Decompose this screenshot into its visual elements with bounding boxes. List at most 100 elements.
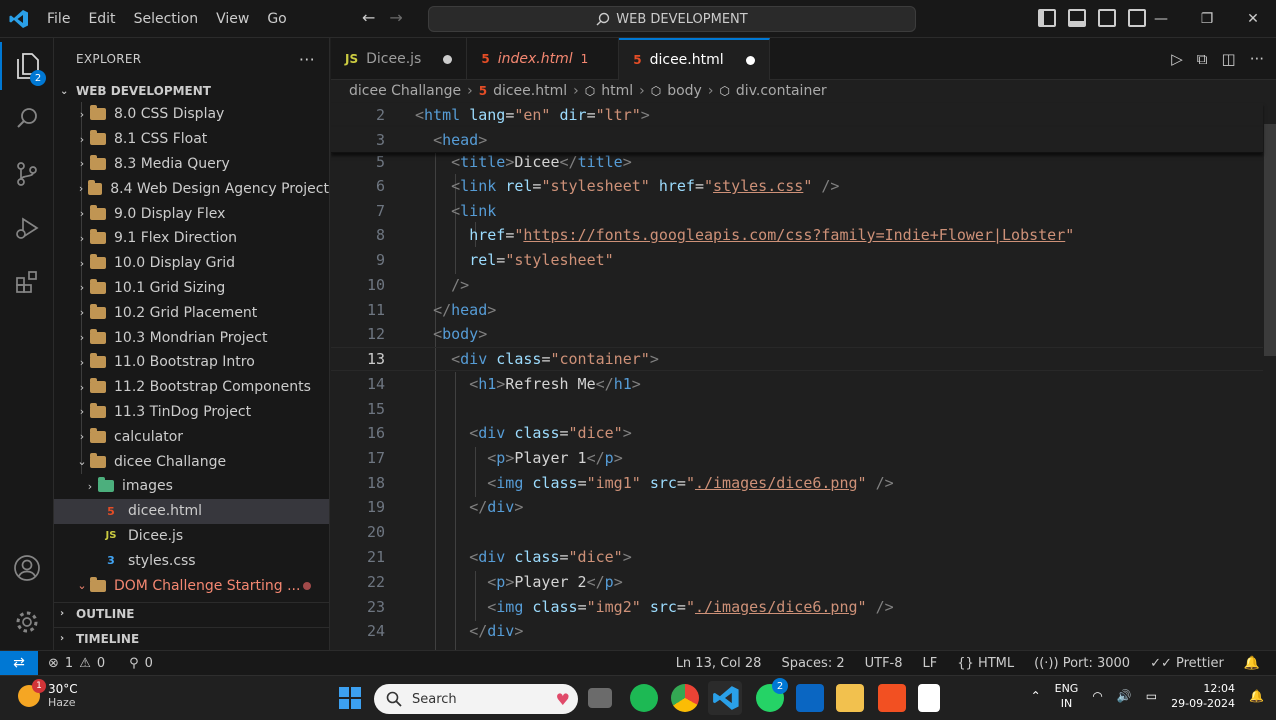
toggle-primary-sidebar-icon[interactable] [1038, 9, 1056, 27]
tab-dicee-html[interactable]: 5 dicee.html [619, 38, 770, 80]
linkedin-icon[interactable] [796, 684, 824, 712]
menu-go[interactable]: Go [258, 11, 295, 27]
folder-row[interactable]: › 8.1 CSS Float [54, 127, 329, 152]
file-row-dicee-html[interactable]: 5 dicee.html [54, 498, 329, 524]
remote-indicator-icon[interactable]: ⇄ [0, 650, 38, 676]
split-editor-icon[interactable]: ◫ [1222, 50, 1236, 68]
code-line: 9 rel="stylesheet" [331, 248, 1263, 272]
app-icon[interactable] [878, 684, 906, 712]
folder-row[interactable]: › 11.3 TinDog Project [54, 400, 329, 425]
unsaved-dot[interactable] [443, 54, 453, 64]
unsaved-dot[interactable] [745, 55, 755, 65]
problems-indicator[interactable]: ⊗ 1 ⚠ 0 ⚲ 0 [48, 656, 153, 671]
code-editor[interactable]: 2 <html lang="en" dir="ltr"> 3 <head> 5 <… [331, 102, 1276, 650]
indentation[interactable]: Spaces: 2 [781, 656, 844, 671]
windows-start-icon[interactable] [336, 684, 364, 712]
folder-row[interactable]: › 10.3 Mondrian Project [54, 325, 329, 350]
explorer-activity[interactable]: 2 [0, 42, 54, 90]
more-actions-icon[interactable]: ··· [299, 50, 315, 69]
whatsapp-icon[interactable]: 2 [756, 678, 788, 712]
weather-widget[interactable]: 1 30°C Haze [18, 678, 78, 709]
end-of-line[interactable]: LF [923, 656, 938, 671]
snipping-tool-icon[interactable] [918, 684, 940, 712]
breadcrumb-div-container[interactable]: div.container [736, 83, 827, 99]
folder-row[interactable]: › 11.0 Bootstrap Intro [54, 350, 329, 375]
search-icon [386, 691, 402, 707]
windows-taskbar: 1 30°C Haze Search ♥ 2 ⌃ ENG IN ◠ 🔊 ▭ 12… [0, 675, 1276, 720]
run-icon[interactable]: ▷ [1171, 50, 1183, 68]
cursor-position[interactable]: Ln 13, Col 28 [676, 656, 762, 671]
minimize-button[interactable]: — [1138, 0, 1184, 38]
system-tray: ⌃ ENG IN ◠ 🔊 ▭ 12:04 29-09-2024 🔔 [1031, 681, 1264, 711]
explorer-badge: 2 [30, 70, 46, 86]
battery-icon[interactable]: ▭ [1146, 689, 1157, 703]
folder-row[interactable]: › 10.1 Grid Sizing [54, 276, 329, 301]
menu-edit[interactable]: Edit [79, 11, 124, 27]
timeline-section[interactable]: › TIMELINE [54, 627, 330, 649]
extensions-activity[interactable] [0, 258, 54, 306]
menu-view[interactable]: View [207, 11, 258, 27]
maximize-button[interactable]: ❐ [1184, 0, 1230, 38]
folder-row-dom-challenge[interactable]: ⌄ DOM Challenge Starting ... [54, 573, 329, 598]
breadcrumb-file[interactable]: dicee.html [493, 83, 567, 99]
spotify-icon[interactable] [630, 684, 658, 712]
folder-row[interactable]: › images [54, 474, 329, 499]
folder-row[interactable]: › calculator [54, 424, 329, 449]
tab-dicee-js[interactable]: JS Dicee.js [331, 38, 468, 80]
breadcrumb-folder[interactable]: dicee Challange [349, 83, 461, 99]
open-folder-row[interactable]: ⌄ dicee Challange [54, 449, 329, 474]
folder-row[interactable]: › 10.0 Display Grid [54, 251, 329, 276]
folder-row[interactable]: › 9.1 Flex Direction [54, 226, 329, 251]
notifications-bell-icon[interactable]: 🔔 [1244, 656, 1260, 671]
accounts-activity[interactable] [0, 544, 54, 592]
search-activity[interactable] [0, 94, 54, 142]
folder-row[interactable]: › 8.4 Web Design Agency Project [54, 176, 329, 201]
folder-row[interactable]: › 11.2 Bootstrap Components [54, 375, 329, 400]
run-debug-activity[interactable] [0, 204, 54, 252]
taskbar-search[interactable]: Search ♥ [374, 684, 578, 714]
language-indicator[interactable]: ENG IN [1055, 681, 1079, 711]
folder-row[interactable]: › 10.2 Grid Placement [54, 300, 329, 325]
wifi-icon[interactable]: ◠ [1092, 689, 1102, 703]
file-explorer-icon[interactable] [836, 684, 864, 712]
chrome-icon[interactable] [671, 684, 699, 712]
title-bar: File Edit Selection View Go ← → WEB DEVE… [0, 0, 1276, 38]
file-row-dicee-js[interactable]: JS Dicee.js [54, 524, 329, 549]
editor-scrollbar-thumb[interactable] [1264, 124, 1276, 356]
folder-row[interactable]: › 8.0 CSS Display [54, 102, 329, 127]
source-control-activity[interactable] [0, 150, 54, 198]
folder-row[interactable]: › 8.3 Media Query [54, 152, 329, 177]
menu-file[interactable]: File [38, 11, 79, 27]
forward-arrow-icon[interactable]: → [389, 8, 402, 27]
more-actions-icon[interactable]: ··· [1250, 50, 1264, 68]
clock[interactable]: 12:04 29-09-2024 [1171, 681, 1235, 711]
prettier-status[interactable]: ✓✓ Prettier [1150, 656, 1224, 671]
chevron-up-icon[interactable]: ⌃ [1031, 689, 1041, 703]
breadcrumb-body[interactable]: body [667, 83, 702, 99]
encoding[interactable]: UTF-8 [865, 656, 903, 671]
volume-icon[interactable]: 🔊 [1117, 689, 1132, 703]
menu-selection[interactable]: Selection [125, 11, 208, 27]
command-center-search[interactable]: WEB DEVELOPMENT [428, 6, 916, 32]
vscode-taskbar-icon[interactable] [708, 681, 742, 715]
breadcrumb-html[interactable]: html [601, 83, 633, 99]
close-button[interactable]: ✕ [1230, 0, 1276, 38]
open-changes-icon[interactable]: ⧉ [1197, 50, 1208, 68]
toggle-secondary-sidebar-icon[interactable] [1098, 9, 1116, 27]
manage-activity[interactable] [0, 598, 54, 646]
workspace-section[interactable]: ⌄ WEB DEVELOPMENT [54, 80, 329, 102]
tab-label: index.html [497, 51, 573, 67]
tab-index-html[interactable]: 5 index.html 1 [467, 38, 620, 80]
task-view-icon[interactable] [588, 688, 612, 708]
toggle-panel-icon[interactable] [1068, 9, 1086, 27]
folder-label: DOM Challenge Starting ... [114, 577, 301, 594]
notification-bell-icon[interactable]: 🔔 [1249, 689, 1264, 703]
tab-label: Dicee.js [366, 51, 422, 67]
outline-section[interactable]: › OUTLINE [54, 602, 330, 624]
folder-row[interactable]: › 9.0 Display Flex [54, 201, 329, 226]
back-arrow-icon[interactable]: ← [362, 8, 375, 27]
language-mode[interactable]: {} HTML [957, 656, 1014, 671]
live-server-port[interactable]: ((·)) Port: 3000 [1034, 656, 1130, 671]
language-label: HTML [977, 655, 1015, 671]
file-row-styles-css[interactable]: 3 styles.css [54, 548, 329, 573]
